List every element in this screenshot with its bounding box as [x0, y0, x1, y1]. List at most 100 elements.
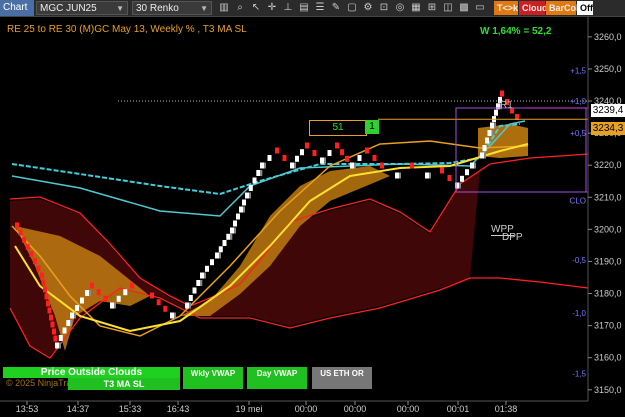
- bear-brick: [410, 162, 414, 169]
- bull-brick: [196, 280, 201, 286]
- brick-shadow: [74, 312, 76, 319]
- bear-brick: [447, 175, 452, 181]
- bear-brick: [36, 265, 41, 272]
- brick-shadow: [354, 162, 356, 169]
- bull-brick: [66, 320, 71, 326]
- bear-brick: [40, 272, 44, 279]
- t3-ma-sl-button[interactable]: T3 MA SL: [68, 378, 180, 390]
- bull-brick: [210, 259, 214, 266]
- bar-chart-icon[interactable]: ▥: [216, 1, 232, 15]
- object-icon[interactable]: ◫: [440, 1, 456, 15]
- time-tick-label: 01:38: [495, 404, 518, 414]
- brick-shadow: [429, 172, 431, 179]
- bear-brick: [282, 155, 287, 161]
- bull-brick: [357, 155, 362, 161]
- brick-shadow: [324, 157, 326, 164]
- bear-brick: [312, 150, 317, 156]
- bull-brick: [80, 297, 84, 304]
- chevron-down-icon: ▼: [116, 4, 124, 13]
- last-price-tag: 3239,4: [591, 104, 625, 117]
- brick-shadow: [264, 162, 266, 169]
- price-tick-label: 3150,0: [594, 385, 622, 395]
- bull-brick: [300, 149, 304, 156]
- price-tick-label: 3260,0: [594, 32, 622, 42]
- bull-brick: [470, 162, 474, 169]
- properties-icon[interactable]: ☰: [312, 1, 328, 15]
- bear-brick: [90, 282, 94, 289]
- us-eth-or-button[interactable]: US ETH OR: [312, 367, 372, 389]
- bar-type-selector[interactable]: 30 Renko ▼: [132, 1, 212, 15]
- bear-brick: [43, 286, 47, 293]
- brick-shadow: [174, 312, 176, 319]
- pin-icon[interactable]: ⊥: [280, 1, 296, 15]
- brick-shadow: [234, 227, 236, 234]
- bear-brick: [15, 222, 19, 229]
- percent-level-label: -0,5: [572, 256, 586, 265]
- bear-brick: [130, 282, 134, 289]
- chart-style-icon[interactable]: ▤: [296, 1, 312, 15]
- bear-brick: [275, 147, 279, 154]
- pencil-icon[interactable]: ✎: [328, 1, 344, 15]
- box-icon[interactable]: ▢: [344, 1, 360, 15]
- chevron-down-icon: ▼: [200, 4, 208, 13]
- pointer-icon[interactable]: ↖: [248, 1, 264, 15]
- bull-brick: [205, 265, 209, 272]
- bear-brick: [305, 142, 309, 149]
- wkly-vwap-button[interactable]: Wkly VWAP: [183, 367, 243, 389]
- price-outside-clouds-button[interactable]: Price Outside Clouds: [3, 367, 180, 378]
- bear-brick: [29, 251, 34, 258]
- percent-level-label: CLO: [570, 196, 586, 205]
- percent-level-label: -1,5: [572, 370, 586, 379]
- window-icon[interactable]: ▭: [472, 1, 488, 15]
- brick-shadow: [474, 162, 476, 169]
- reference-price-tag: 3234,3: [591, 122, 625, 135]
- barcol-toggle[interactable]: BarCol: [546, 1, 579, 15]
- target-icon[interactable]: ◎: [392, 1, 408, 15]
- bull-brick: [485, 137, 489, 144]
- crosshair-icon[interactable]: ✛: [264, 1, 280, 15]
- bull-brick: [245, 192, 249, 199]
- price-tick-label: 3190,0: [594, 256, 622, 266]
- templates-icon[interactable]: ▦: [408, 1, 424, 15]
- day-vwap-button[interactable]: Day VWAP: [247, 367, 307, 389]
- grid-icon[interactable]: ▩: [456, 1, 472, 15]
- time-tick-label: 00:00: [397, 404, 420, 414]
- brick-shadow: [189, 302, 191, 309]
- search-icon[interactable]: ⌕: [232, 1, 248, 15]
- off-toggle[interactable]: Off: [577, 1, 593, 15]
- r1-label: R1: [500, 100, 513, 111]
- strategy-icon[interactable]: ⚙: [360, 1, 376, 15]
- bull-brick: [465, 169, 469, 176]
- bull-brick: [239, 206, 243, 213]
- bull-brick: [222, 240, 227, 246]
- percent-level-label: +1,0: [570, 97, 586, 106]
- price-chart[interactable]: 3260,03250,03240,03230,03220,03210,03200…: [0, 16, 625, 417]
- bull-brick: [75, 305, 79, 311]
- cyan-ma-line: [11, 123, 521, 196]
- bull-brick: [230, 227, 234, 234]
- chart-menu-button[interactable]: Chart: [0, 0, 34, 16]
- lock-icon[interactable]: ⊡: [376, 1, 392, 15]
- bear-brick: [22, 236, 27, 243]
- bear-brick: [47, 307, 52, 314]
- bear-brick: [32, 258, 37, 265]
- time-tick-label: 19 mei: [235, 404, 262, 414]
- brick-shadow: [230, 233, 233, 240]
- brick-shadow: [70, 320, 73, 326]
- data-box-icon[interactable]: ⊞: [424, 1, 440, 15]
- bull-brick: [170, 312, 174, 319]
- bear-brick: [25, 243, 30, 250]
- cloud-toggle[interactable]: Cloud: [519, 1, 548, 15]
- bear-brick: [500, 90, 504, 97]
- brick-shadow: [249, 192, 251, 199]
- t-k-toggle[interactable]: T<>k: [494, 1, 518, 15]
- bull-brick: [116, 295, 121, 302]
- bull-brick: [295, 155, 299, 162]
- instrument-selector[interactable]: MGC JUN25 ▼: [36, 1, 128, 15]
- bear-brick: [365, 147, 369, 154]
- bull-brick: [110, 302, 114, 309]
- price-tick-label: 3160,0: [594, 353, 622, 363]
- bull-brick: [480, 152, 484, 159]
- brick-shadow: [89, 290, 91, 296]
- time-tick-label: 16:43: [167, 404, 190, 414]
